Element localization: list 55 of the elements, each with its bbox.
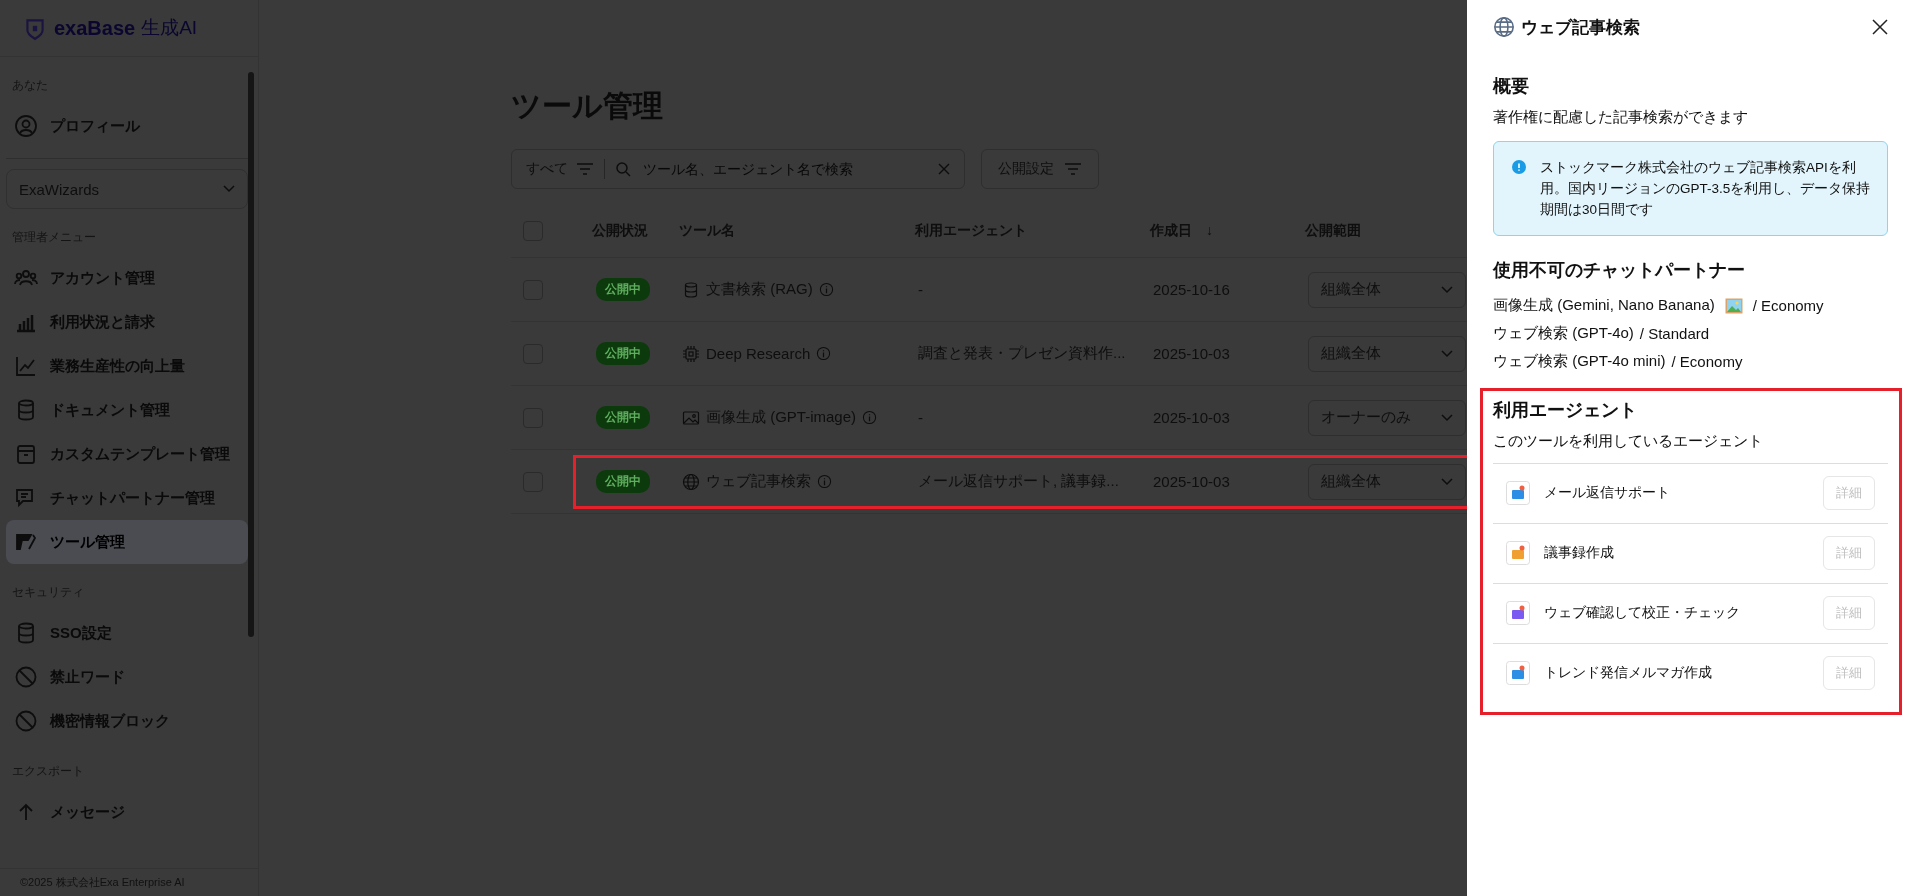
status-badge: 公開中 — [596, 406, 650, 429]
section-heading: 利用エージェント — [1493, 398, 1638, 422]
info-icon[interactable] — [817, 474, 832, 489]
sidebar-item[interactable]: ツール管理 — [6, 520, 248, 564]
alert-icon — [1512, 160, 1526, 174]
user-icon — [14, 114, 38, 138]
plan-label: / Standard — [1639, 325, 1710, 343]
chevron-down-icon — [1441, 349, 1453, 358]
section-subtitle: このツールを利用しているエージェント — [1493, 431, 1764, 451]
agent-icon — [1506, 601, 1530, 626]
chevron-down-icon — [223, 185, 235, 193]
image-icon — [682, 408, 700, 427]
plan-label: / Economy — [1752, 297, 1824, 315]
info-icon[interactable] — [816, 346, 832, 361]
status-badge: 公開中 — [596, 278, 650, 301]
globe-icon — [1493, 16, 1515, 38]
info-icon[interactable] — [862, 410, 877, 425]
sort-indicator[interactable]: ↓ — [1206, 222, 1213, 240]
info-icon[interactable] — [818, 282, 834, 297]
agent-name: メール返信サポート — [1544, 484, 1671, 503]
section-heading: 使用不可のチャットパートナー — [1493, 258, 1746, 282]
agent-name: トレンド発信メルマガ作成 — [1544, 664, 1713, 683]
chevron-down-icon — [1441, 285, 1453, 294]
section-heading: 概要 — [1493, 75, 1530, 98]
agent-icon — [1506, 661, 1530, 686]
chat-partner-name: ウェブ検索 (GPT-4o) — [1493, 324, 1634, 344]
chat-partner-name: 画像生成 (Gemini, Nano Banana) — [1493, 296, 1715, 316]
plan-label: / Economy — [1671, 353, 1743, 371]
agent-name: ウェブ確認して校正・チェック — [1544, 604, 1741, 623]
chevron-down-icon — [1441, 477, 1453, 486]
agent-names: - — [918, 281, 923, 298]
chat-partner-name: ウェブ検索 (GPT-4o mini) — [1493, 352, 1666, 372]
agent-name: 議事録作成 — [1544, 544, 1615, 563]
clear-icon[interactable] — [938, 163, 950, 175]
filter-icon — [576, 163, 594, 175]
landscape-picture-icon — [1724, 297, 1743, 314]
status-badge: 公開中 — [596, 342, 650, 365]
globe-icon — [682, 472, 700, 491]
agent-icon — [1506, 541, 1530, 566]
search-icon — [615, 161, 631, 177]
description-text: 著作権に配慮した記事検索ができます — [1493, 108, 1749, 127]
panel-title: ウェブ記事検索 — [1521, 16, 1641, 39]
prohibited-icon — [14, 665, 38, 689]
agent-icon — [1506, 481, 1530, 506]
filter-icon — [1064, 163, 1082, 175]
line-chart-icon — [14, 354, 38, 378]
status-badge: 公開中 — [596, 470, 650, 493]
chip-icon — [682, 344, 700, 363]
prohibited-icon — [14, 709, 38, 733]
chevron-down-icon — [1441, 413, 1453, 422]
box-icon — [14, 442, 38, 466]
agent-names: - — [918, 409, 923, 426]
database-icon — [682, 280, 700, 299]
notice-text: ストックマーク株式会社のウェブ記事検索APIを利用。国内リージョンのGPT-3.5を利用し、データ保持期間は30日間です — [1540, 159, 1871, 219]
close-icon[interactable] — [1872, 19, 1888, 35]
